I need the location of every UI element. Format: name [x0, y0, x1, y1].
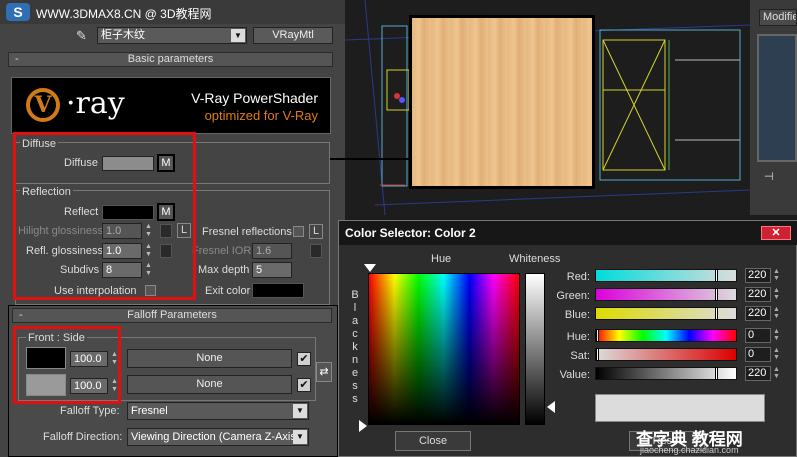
exit-color-swatch[interactable] — [252, 283, 304, 298]
vray-banner: V ·ray V-Ray PowerShader optimized for V… — [11, 77, 331, 134]
fresnel-ior-map-slot[interactable] — [310, 244, 322, 258]
falloff-direction-label: Falloff Direction: — [43, 431, 123, 443]
site-watermark: WWW.3DMAX8.CN @ 3D教程网 — [36, 7, 212, 21]
rollout-title: Falloff Parameters — [127, 309, 217, 321]
material-name-field[interactable]: 柜子木纹 ▼ — [97, 27, 247, 44]
color-preview-swatch — [595, 394, 765, 422]
red-label: Red: — [566, 271, 590, 283]
material-name-text: 柜子木纹 — [101, 29, 145, 41]
max-depth-input[interactable]: 5 — [252, 262, 292, 278]
sat-label: Sat: — [570, 350, 590, 362]
top-toolbar: S WWW.3DMAX8.CN @ 3D教程网 — [0, 0, 345, 24]
whiteness-marker-icon[interactable] — [547, 401, 555, 413]
green-slider-thumb[interactable] — [715, 288, 718, 301]
red-spinner[interactable]: ▲ ▼ — [772, 268, 781, 283]
max-depth-label: Max depth — [198, 264, 250, 276]
material-editor-panel: S WWW.3DMAX8.CN @ 3D教程网 ✎ 柜子木纹 ▼ VRayMtl… — [0, 0, 345, 457]
hue-marker-icon[interactable] — [364, 264, 376, 272]
command-panel-strip: Modifier ⊣ — [750, 0, 797, 215]
highlight-box-diffuse-reflection — [13, 132, 196, 300]
side-map-button[interactable]: None — [127, 375, 292, 394]
rollout-collapse-icon: - — [19, 309, 23, 321]
sat-value-input[interactable]: 0 — [745, 347, 771, 362]
exit-color-label: Exit color — [205, 285, 251, 297]
green-label: Green: — [556, 290, 590, 302]
color-selector-dialog: Color Selector: Color 2 ✕ Hue Whiteness … — [338, 220, 797, 457]
app-logo-icon: S — [6, 3, 30, 21]
eyedropper-icon[interactable]: ✎ — [76, 28, 90, 43]
hue-blackness-field[interactable] — [368, 273, 520, 425]
sat-slider[interactable] — [595, 348, 737, 361]
blackness-label: B l a c k n e s s — [351, 289, 359, 405]
falloff-direction-select[interactable]: Viewing Direction (Camera Z-Axis) ▼ — [127, 428, 309, 446]
blue-spinner[interactable]: ▲ ▼ — [772, 306, 781, 321]
material-preview-wood — [409, 15, 595, 189]
hue-label: Hue — [431, 253, 452, 265]
falloff-type-select[interactable]: Fresnel ▼ — [127, 402, 309, 420]
value-label: Value: — [559, 369, 590, 381]
footer-watermark-url: jiaocheng.chazidian.com — [640, 445, 739, 455]
chevron-down-icon[interactable]: ▼ — [231, 29, 245, 42]
green-spinner[interactable]: ▲ ▼ — [772, 287, 781, 302]
blue-value-input[interactable]: 220 — [745, 306, 771, 321]
rollout-collapse-icon: - — [15, 53, 19, 65]
fresnel-reflections-checkbox[interactable] — [293, 226, 304, 237]
hue-slider[interactable] — [595, 329, 737, 342]
modifier-list[interactable]: Modifier — [759, 9, 797, 26]
blackness-marker-icon[interactable] — [359, 420, 367, 432]
color-selector-title: Color Selector: Color 2 — [339, 221, 797, 245]
red-value-input[interactable]: 220 — [745, 268, 771, 283]
vray-wordmark: ·ray — [66, 86, 125, 121]
rollout-title: Basic parameters — [127, 53, 214, 65]
blue-label: Blue: — [564, 309, 590, 321]
value-spinner[interactable]: ▲ ▼ — [772, 366, 781, 381]
chevron-down-icon[interactable]: ▼ — [293, 430, 307, 444]
fresnel-ior-label: Fresnel IOR — [192, 245, 252, 257]
hue-slider-thumb[interactable] — [596, 329, 599, 342]
green-value-input[interactable]: 220 — [745, 287, 771, 302]
value-value-input[interactable]: 220 — [745, 366, 771, 381]
chevron-down-icon[interactable]: ▼ — [293, 404, 307, 418]
material-type-button[interactable]: VRayMtl — [253, 27, 333, 44]
fresnel-lock-button[interactable]: L — [309, 224, 323, 239]
modifier-stack[interactable] — [757, 34, 797, 162]
close-button[interactable]: Close — [395, 431, 471, 451]
value-slider-thumb[interactable] — [715, 367, 718, 380]
side-map-checkbox[interactable]: ✔ — [297, 378, 311, 392]
sat-spinner[interactable]: ▲ ▼ — [772, 347, 781, 362]
pin-stack-icon[interactable]: ⊣ — [764, 170, 774, 183]
sat-slider-thumb[interactable] — [596, 348, 599, 361]
red-slider-thumb[interactable] — [715, 269, 718, 282]
hue-value-input[interactable]: 0 — [745, 328, 771, 343]
swap-colors-button[interactable]: ⇄ — [316, 362, 332, 382]
banner-subtitle: optimized for V-Ray — [204, 108, 318, 123]
falloff-direction-value: Viewing Direction (Camera Z-Axis) — [131, 431, 300, 443]
hue-slider-label: Hue: — [566, 331, 590, 343]
falloff-type-label: Falloff Type: — [60, 405, 120, 417]
falloff-parameters-rollout[interactable]: - Falloff Parameters — [12, 308, 332, 323]
vray-logo-icon: V — [26, 88, 60, 122]
banner-title: V-Ray PowerShader — [191, 90, 318, 106]
fresnel-ior-input[interactable]: 1.6 — [252, 243, 292, 259]
hue-spinner[interactable]: ▲ ▼ — [772, 328, 781, 343]
whiteness-label: Whiteness — [509, 253, 561, 265]
falloff-type-value: Fresnel — [131, 405, 168, 417]
front-map-checkbox[interactable]: ✔ — [297, 352, 311, 366]
highlight-box-front-side — [13, 326, 121, 404]
fresnel-reflections-label: Fresnel reflections — [202, 226, 292, 238]
front-map-button[interactable]: None — [127, 349, 292, 368]
connector-line — [330, 158, 410, 160]
close-icon[interactable]: ✕ — [761, 226, 791, 240]
blue-slider-thumb[interactable] — [715, 307, 718, 320]
basic-parameters-rollout[interactable]: - Basic parameters — [8, 52, 333, 67]
